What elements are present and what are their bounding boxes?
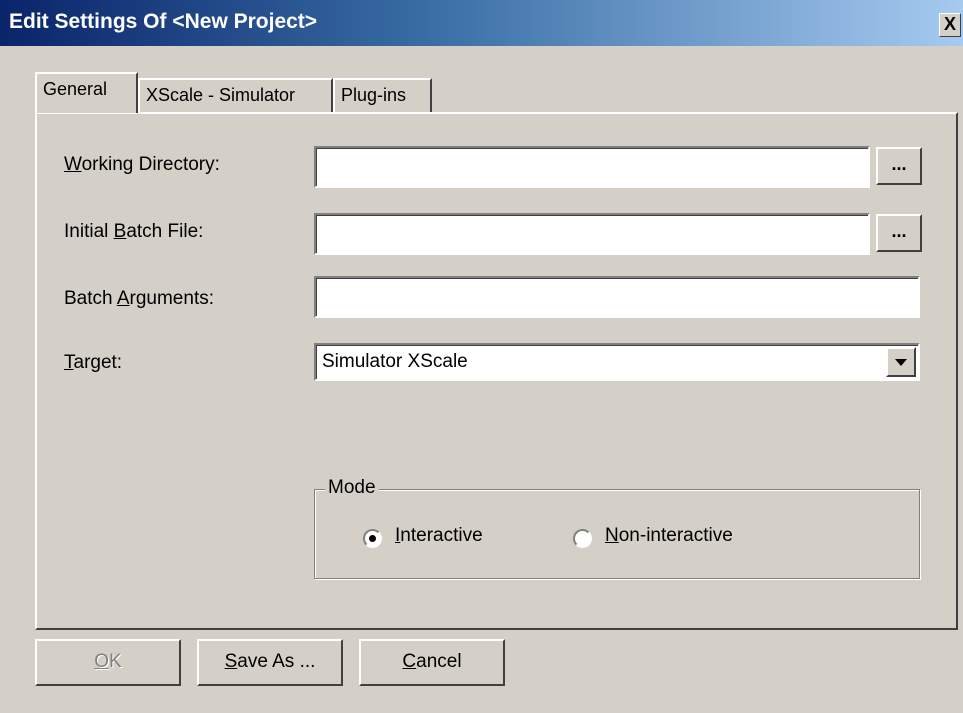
tab-plug-ins-label: Plug-ins [341, 85, 407, 105]
general-tab-panel: Working Directory: ... Initial Batch Fil… [35, 112, 958, 630]
working-directory-input[interactable] [314, 146, 870, 188]
initial-batch-file-label: Initial Batch File: [64, 221, 204, 242]
tab-general-label: General [43, 79, 108, 99]
ellipsis-icon: ... [891, 154, 907, 174]
non-interactive-radio[interactable] [573, 529, 592, 548]
chevron-down-icon[interactable] [886, 347, 916, 377]
close-button[interactable]: X [939, 13, 961, 37]
mode-legend: Mode [325, 477, 379, 499]
working-directory-browse-button[interactable]: ... [876, 147, 922, 185]
title-bar: Edit Settings Of <New Project> X [0, 0, 963, 46]
batch-arguments-input[interactable] [314, 276, 920, 318]
tab-xscale-simulator-label: XScale - Simulator [146, 85, 296, 105]
window-title: Edit Settings Of <New Project> [9, 10, 318, 33]
interactive-radio[interactable] [363, 529, 382, 548]
save-as-button[interactable]: Save As ... [197, 639, 343, 686]
cancel-button[interactable]: Cancel [359, 639, 505, 686]
ok-button[interactable]: OK [35, 639, 181, 686]
radio-selected-dot [369, 535, 376, 542]
close-icon: X [943, 14, 956, 34]
tab-plug-ins[interactable]: Plug-ins [333, 78, 432, 112]
target-select[interactable]: Simulator XScale [314, 343, 920, 381]
initial-batch-file-browse-button[interactable]: ... [876, 214, 922, 252]
interactive-radio-label[interactable]: Interactive [395, 525, 483, 547]
mode-groupbox: Mode Interactive Non-interactive [314, 477, 920, 579]
target-label: Target: [64, 352, 123, 373]
non-interactive-radio-label[interactable]: Non-interactive [605, 525, 733, 547]
batch-arguments-label: Batch Arguments: [64, 288, 214, 309]
initial-batch-file-input[interactable] [314, 213, 870, 255]
working-directory-label: Working Directory: [64, 154, 220, 175]
ellipsis-icon: ... [891, 221, 907, 241]
target-select-value: Simulator XScale [322, 351, 468, 372]
tab-xscale-simulator[interactable]: XScale - Simulator [138, 78, 333, 112]
tab-general[interactable]: General [35, 72, 138, 113]
